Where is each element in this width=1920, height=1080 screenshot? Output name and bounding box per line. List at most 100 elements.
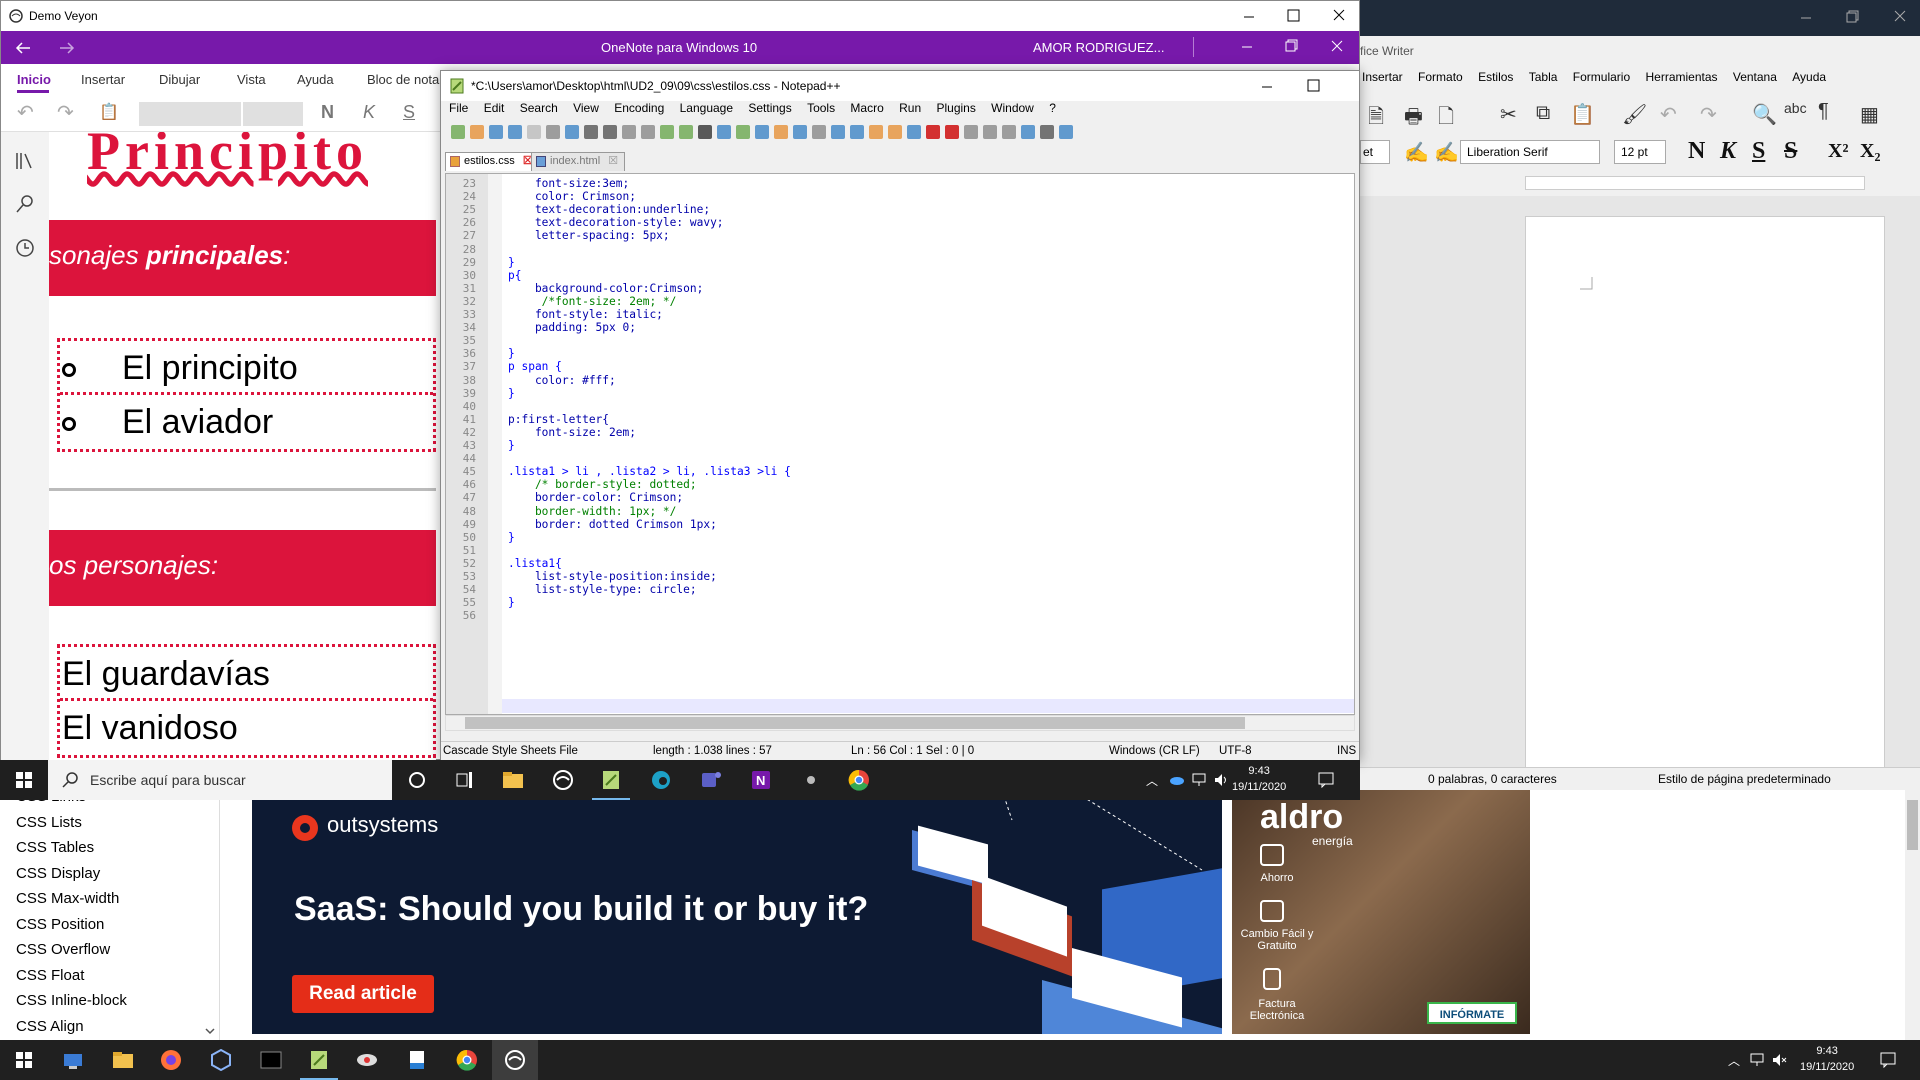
- toolbar-button-icon[interactable]: [451, 125, 465, 139]
- italic-button[interactable]: K: [363, 102, 375, 123]
- toolbar-button-icon[interactable]: [641, 125, 655, 139]
- toolbar-button-icon[interactable]: [774, 125, 788, 139]
- menu-tools[interactable]: Tools: [807, 101, 835, 115]
- veyon-icon[interactable]: [504, 1049, 526, 1071]
- code-editor[interactable]: 23 font-size:3em; 24 color: Crimson; 25 te…: [445, 173, 1355, 715]
- virtualbox-icon[interactable]: [210, 1049, 232, 1071]
- redo-icon[interactable]: ↷: [1700, 102, 1717, 127]
- toolbar-button-icon[interactable]: [546, 125, 560, 139]
- terminal-icon[interactable]: [260, 1049, 282, 1071]
- restore-icon[interactable]: [1846, 10, 1860, 24]
- menu-ventana[interactable]: Ventana: [1733, 70, 1777, 84]
- formatting-marks-icon[interactable]: ¶: [1818, 100, 1829, 123]
- bold-button[interactable]: N: [321, 102, 334, 123]
- redo-icon[interactable]: ↷: [57, 100, 74, 125]
- app-icon[interactable]: [356, 1049, 378, 1071]
- toolbar-button-icon[interactable]: [603, 125, 617, 139]
- clone-formatting-icon[interactable]: 🖌: [1622, 102, 1647, 127]
- sidebar-link[interactable]: CSS Tables: [16, 839, 94, 856]
- tab-ayuda[interactable]: Ayuda: [297, 72, 334, 87]
- close-icon[interactable]: [1894, 10, 1906, 22]
- sidebar-link[interactable]: CSS Display: [16, 865, 100, 882]
- undo-icon[interactable]: ↶: [17, 100, 34, 125]
- notifications-icon[interactable]: [1318, 772, 1334, 788]
- strikethrough-button[interactable]: S: [1784, 138, 1797, 165]
- print-preview-icon[interactable]: 🗋: [1438, 102, 1454, 136]
- sidebar-link[interactable]: CSS Inline-block: [16, 992, 127, 1009]
- notepadpp-icon[interactable]: [308, 1049, 330, 1071]
- windows-start-icon[interactable]: [16, 1052, 32, 1068]
- toolbar-button-icon[interactable]: [527, 125, 541, 139]
- note-page-canvas[interactable]: Principito sonajes principales: El princ…: [49, 132, 436, 761]
- page-style[interactable]: Estilo de página predeterminado: [1658, 772, 1831, 786]
- maximize-icon[interactable]: [1287, 9, 1301, 23]
- new-style-icon[interactable]: ✍: [1434, 140, 1459, 165]
- toolbar-button-icon[interactable]: [869, 125, 883, 139]
- italic-button[interactable]: K: [1720, 138, 1736, 165]
- bold-button[interactable]: N: [1688, 138, 1705, 165]
- toolbar-button-icon[interactable]: [622, 125, 636, 139]
- teams-icon[interactable]: [700, 769, 722, 791]
- menu-ayuda[interactable]: Ayuda: [1792, 70, 1826, 84]
- menu-window[interactable]: Window: [991, 101, 1034, 115]
- writer-icon[interactable]: [406, 1049, 428, 1071]
- sidebar-link[interactable]: CSS Overflow: [16, 941, 110, 958]
- toolbar-button-icon[interactable]: [508, 125, 522, 139]
- toolbar-button-icon[interactable]: [565, 125, 579, 139]
- notifications-icon[interactable]: [1880, 1052, 1896, 1068]
- toolbar-button-icon[interactable]: [793, 125, 807, 139]
- menu-settings[interactable]: Settings: [748, 101, 791, 115]
- network-icon[interactable]: [1750, 1053, 1766, 1067]
- aldro-ad[interactable]: aldro energía Ahorro Cambio Fácil y Grat…: [1232, 790, 1530, 1034]
- maximize-icon[interactable]: [1307, 79, 1321, 93]
- sidebar-link[interactable]: CSS Max-width: [16, 890, 119, 907]
- back-arrow-icon[interactable]: [15, 41, 31, 55]
- toolbar-button-icon[interactable]: [584, 125, 598, 139]
- menu-formulario[interactable]: Formulario: [1573, 70, 1630, 84]
- chrome-icon[interactable]: [456, 1049, 478, 1071]
- close-icon[interactable]: [1333, 9, 1345, 21]
- code-text[interactable]: 23 font-size:3em; 24 color: Crimson; 25 te…: [446, 174, 1354, 714]
- copy-icon[interactable]: ⧉: [1536, 102, 1550, 125]
- clipboard-icon[interactable]: 📋: [99, 102, 119, 122]
- print-icon[interactable]: 🖶: [1404, 102, 1423, 136]
- file-explorer-icon[interactable]: [502, 769, 524, 791]
- desktop-icon[interactable]: [62, 1049, 84, 1071]
- clock[interactable]: 9:43 19/11/2020: [1800, 1043, 1854, 1075]
- menu-herramientas[interactable]: Herramientas: [1645, 70, 1717, 84]
- veyon-icon[interactable]: [552, 769, 574, 791]
- toolbar-button-icon[interactable]: [907, 125, 921, 139]
- menu-formato[interactable]: Formato: [1418, 70, 1463, 84]
- toolbar-button-icon[interactable]: [717, 125, 731, 139]
- chevron-up-icon[interactable]: ︿: [1728, 1052, 1740, 1069]
- toolbar-button-icon[interactable]: [1021, 125, 1035, 139]
- toolbar-button-icon[interactable]: [679, 125, 693, 139]
- firefox-icon[interactable]: [160, 1049, 182, 1071]
- menu-insertar[interactable]: Insertar: [1362, 70, 1403, 84]
- minimize-icon[interactable]: [1241, 41, 1253, 53]
- sidebar-link[interactable]: CSS Align: [16, 1018, 84, 1035]
- update-style-icon[interactable]: ✍: [1404, 140, 1429, 165]
- toolbar-button-icon[interactable]: [470, 125, 484, 139]
- chevron-up-icon[interactable]: ︿: [1146, 772, 1158, 789]
- cut-icon[interactable]: ✂: [1500, 102, 1517, 127]
- sidebar-link[interactable]: CSS Lists: [16, 814, 82, 831]
- subscript-button[interactable]: X₂: [1860, 140, 1880, 163]
- font-name-dropdown[interactable]: [139, 102, 241, 126]
- font-size-box[interactable]: 12 pt: [1614, 140, 1666, 164]
- toolbar-button-icon[interactable]: [736, 125, 750, 139]
- page-scrollbar-thumb[interactable]: [1907, 800, 1918, 850]
- toolbar-button-icon[interactable]: [1059, 125, 1073, 139]
- toolbar-button-icon[interactable]: [831, 125, 845, 139]
- insert-table-icon[interactable]: ▦: [1860, 102, 1879, 127]
- toolbar-button-icon[interactable]: [926, 125, 940, 139]
- informate-button[interactable]: INFÓRMATE: [1427, 1002, 1517, 1024]
- superscript-button[interactable]: X²: [1828, 140, 1848, 163]
- ruler[interactable]: [1525, 176, 1865, 190]
- tab-index-html[interactable]: index.html ☒: [531, 152, 626, 171]
- file-explorer-icon[interactable]: [112, 1049, 134, 1071]
- search-icon[interactable]: [15, 194, 35, 214]
- taskbar-search-input[interactable]: Escribe aquí para buscar: [48, 760, 392, 800]
- chevron-down-icon[interactable]: [205, 1026, 215, 1036]
- outsystems-ad[interactable]: outsystems SaaS: Should you build it or …: [252, 790, 1222, 1034]
